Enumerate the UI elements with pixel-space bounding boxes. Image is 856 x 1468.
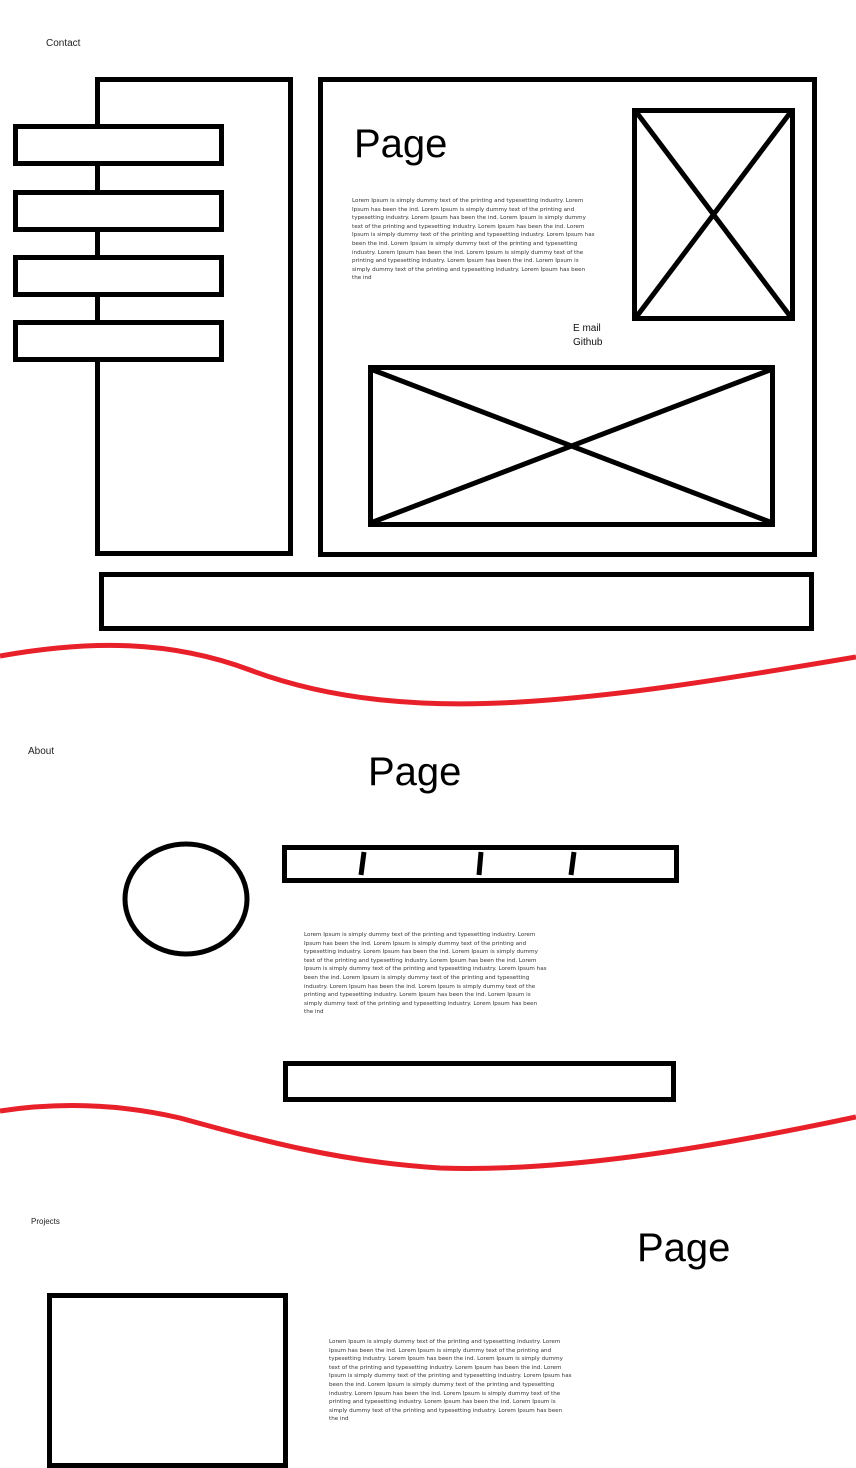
nav-separator (568, 851, 577, 876)
nav-separator (476, 851, 484, 876)
nav-separator (358, 851, 367, 876)
wireframe-sketch-lines (0, 111, 856, 1171)
section-divider-2 (0, 1103, 856, 1171)
avatar-circle (122, 841, 250, 957)
section-divider-1 (0, 642, 856, 707)
